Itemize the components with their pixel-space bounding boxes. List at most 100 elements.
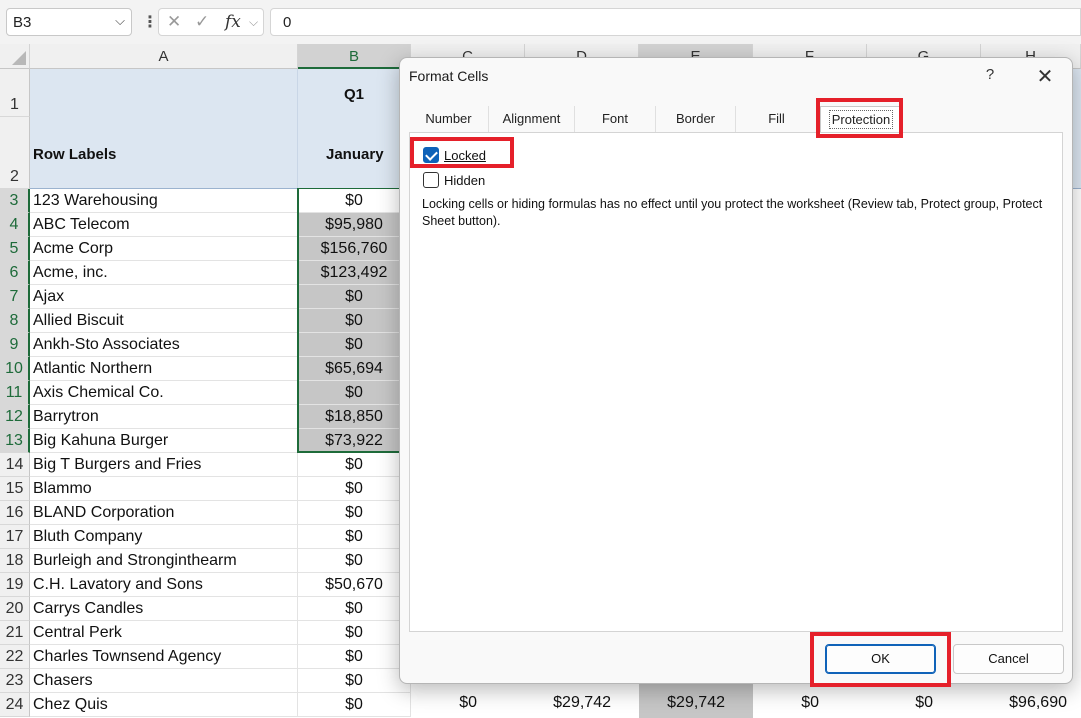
row-label-cell[interactable]: Charles Townsend Agency bbox=[30, 645, 298, 669]
value-cell-b[interactable]: $0 bbox=[298, 549, 411, 573]
quarter-header[interactable]: Q1 bbox=[344, 86, 364, 103]
cell-d24[interactable]: $29,742 bbox=[525, 694, 611, 712]
tab-border[interactable]: Border bbox=[656, 106, 736, 132]
row-header-17[interactable]: 17 bbox=[0, 525, 30, 549]
row-header-7[interactable]: 7 bbox=[0, 285, 30, 309]
row-header-13[interactable]: 13 bbox=[0, 429, 30, 453]
column-header-b[interactable]: B bbox=[298, 44, 411, 69]
value-cell-b[interactable]: $0 bbox=[298, 477, 411, 501]
chevron-down-icon[interactable]: ⌵ bbox=[249, 15, 258, 30]
name-box-value: B3 bbox=[13, 14, 32, 31]
hidden-checkbox[interactable] bbox=[423, 172, 439, 188]
value-cell-b[interactable]: $0 bbox=[298, 669, 411, 693]
row-label-cell[interactable]: Blammo bbox=[30, 477, 298, 501]
help-button[interactable]: ? bbox=[980, 66, 1000, 83]
row-header-12[interactable]: 12 bbox=[0, 405, 30, 429]
month-header[interactable]: January bbox=[326, 146, 384, 163]
row-header-5[interactable]: 5 bbox=[0, 237, 30, 261]
highlight-locked-checkbox bbox=[410, 137, 514, 168]
row-header-24[interactable]: 24 bbox=[0, 693, 30, 717]
pivot-header-a bbox=[30, 69, 298, 189]
row-header-19[interactable]: 19 bbox=[0, 573, 30, 597]
row-header-9[interactable]: 9 bbox=[0, 333, 30, 357]
row-label-cell[interactable]: Chez Quis bbox=[30, 693, 298, 717]
row-header-4[interactable]: 4 bbox=[0, 213, 30, 237]
row-label-cell[interactable]: BLAND Corporation bbox=[30, 501, 298, 525]
cell-h24[interactable]: $96,690 bbox=[981, 694, 1067, 712]
row-header-1[interactable]: 1 bbox=[0, 69, 30, 117]
tab-number[interactable]: Number bbox=[409, 106, 489, 132]
cell-c24[interactable]: $0 bbox=[411, 694, 477, 712]
value-cell-b[interactable]: $50,670 bbox=[298, 573, 411, 597]
row-label-cell[interactable]: Central Perk bbox=[30, 621, 298, 645]
row-label-cell[interactable]: Ajax bbox=[30, 285, 298, 309]
row-header-23[interactable]: 23 bbox=[0, 669, 30, 693]
row-header-2[interactable]: 2 bbox=[0, 117, 30, 189]
row-header-14[interactable]: 14 bbox=[0, 453, 30, 477]
row-label-cell[interactable]: Chasers bbox=[30, 669, 298, 693]
value-cell-b[interactable]: $0 bbox=[298, 621, 411, 645]
value-cell-b[interactable]: $0 bbox=[298, 693, 411, 717]
column-header-a[interactable]: A bbox=[30, 44, 298, 69]
row-label-cell[interactable]: Carrys Candles bbox=[30, 597, 298, 621]
formula-input[interactable]: 0 bbox=[270, 8, 1081, 36]
protection-panel: Locked Hidden Locking cells or hiding fo… bbox=[409, 132, 1063, 632]
row-label-cell[interactable]: Atlantic Northern bbox=[30, 357, 298, 381]
row-label-cell[interactable]: Burleigh and Stronginthearm bbox=[30, 549, 298, 573]
cell-f24[interactable]: $0 bbox=[753, 694, 819, 712]
value-cell-b[interactable]: $0 bbox=[298, 453, 411, 477]
row-label-cell[interactable]: Allied Biscuit bbox=[30, 309, 298, 333]
row-header-18[interactable]: 18 bbox=[0, 549, 30, 573]
value-cell-b[interactable]: $0 bbox=[298, 501, 411, 525]
formula-controls: ✕ ✓ fx ⌵ bbox=[158, 8, 264, 36]
row-header-6[interactable]: 6 bbox=[0, 261, 30, 285]
tab-alignment[interactable]: Alignment bbox=[489, 106, 575, 132]
row-header-20[interactable]: 20 bbox=[0, 597, 30, 621]
cancel-button[interactable]: Cancel bbox=[953, 644, 1064, 674]
protection-info-text: Locking cells or hiding formulas has no … bbox=[422, 197, 1043, 228]
value-cell-b[interactable]: $0 bbox=[298, 597, 411, 621]
dialog-title: Format Cells bbox=[409, 68, 489, 84]
row-label-cell[interactable]: Ankh-Sto Associates bbox=[30, 333, 298, 357]
enter-icon[interactable]: ✓ bbox=[195, 12, 209, 32]
cancel-icon[interactable]: ✕ bbox=[167, 12, 181, 32]
row-header-21[interactable]: 21 bbox=[0, 621, 30, 645]
row-labels-header[interactable]: Row Labels bbox=[33, 146, 116, 163]
insert-function-icon[interactable]: fx bbox=[225, 12, 241, 32]
row-header-22[interactable]: 22 bbox=[0, 645, 30, 669]
row-label-cell[interactable]: Big T Burgers and Fries bbox=[30, 453, 298, 477]
row-label-cell[interactable]: Barrytron bbox=[30, 405, 298, 429]
row-header-8[interactable]: 8 bbox=[0, 309, 30, 333]
selection-outline bbox=[297, 188, 412, 453]
value-cell-b[interactable]: $0 bbox=[298, 645, 411, 669]
row-label-cell[interactable]: Acme, inc. bbox=[30, 261, 298, 285]
row-header-16[interactable]: 16 bbox=[0, 501, 30, 525]
close-button[interactable]: ✕ bbox=[1034, 64, 1056, 89]
cell-e24[interactable]: $29,742 bbox=[639, 694, 725, 712]
formula-bar: B3 ⌵ ⋮ ✕ ✓ fx ⌵ 0 bbox=[0, 0, 1081, 44]
hidden-label-text: Hidden bbox=[444, 173, 486, 188]
row-header-10[interactable]: 10 bbox=[0, 357, 30, 381]
tab-fill[interactable]: Fill bbox=[736, 106, 818, 132]
cell-g24[interactable]: $0 bbox=[867, 694, 933, 712]
select-all-button[interactable] bbox=[0, 44, 30, 69]
more-options-icon[interactable]: ⋮ bbox=[142, 12, 158, 32]
highlight-protection-tab bbox=[816, 98, 903, 138]
chevron-down-icon[interactable]: ⌵ bbox=[115, 13, 125, 29]
hidden-label[interactable]: Hidden bbox=[444, 173, 485, 188]
row-header-15[interactable]: 15 bbox=[0, 477, 30, 501]
row-header-3[interactable]: 3 bbox=[0, 189, 30, 213]
row-label-cell[interactable]: Big Kahuna Burger bbox=[30, 429, 298, 453]
row-header-11[interactable]: 11 bbox=[0, 381, 30, 405]
row-label-cell[interactable]: Bluth Company bbox=[30, 525, 298, 549]
value-cell-b[interactable]: $0 bbox=[298, 525, 411, 549]
row-label-cell[interactable]: Axis Chemical Co. bbox=[30, 381, 298, 405]
row-label-cell[interactable]: Acme Corp bbox=[30, 237, 298, 261]
tab-font[interactable]: Font bbox=[575, 106, 656, 132]
row-label-cell[interactable]: 123 Warehousing bbox=[30, 189, 298, 213]
highlight-ok-button bbox=[810, 632, 951, 687]
formula-value: 0 bbox=[283, 14, 292, 31]
name-box[interactable]: B3 ⌵ bbox=[6, 8, 132, 36]
row-label-cell[interactable]: C.H. Lavatory and Sons bbox=[30, 573, 298, 597]
row-label-cell[interactable]: ABC Telecom bbox=[30, 213, 298, 237]
